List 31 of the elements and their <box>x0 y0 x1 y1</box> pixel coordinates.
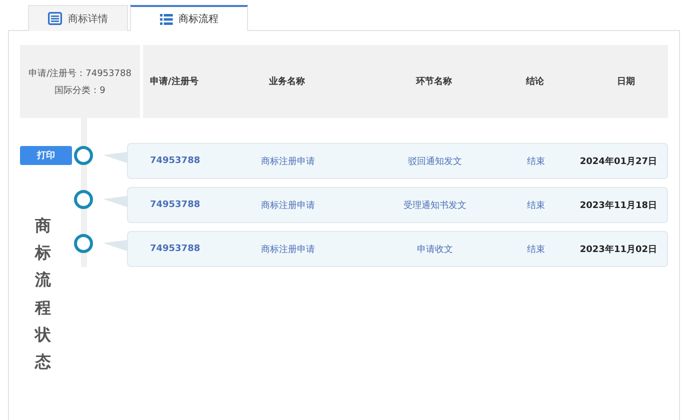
table-cell-text: 2024年01月27日 <box>578 156 658 168</box>
table-cell-text: 结束 <box>526 244 546 256</box>
timeline-node-icon <box>74 190 93 209</box>
table-cell-text: 受理通知书发文 <box>402 200 468 212</box>
column-header: 业务名称 <box>268 75 306 88</box>
registration-number: 申请/注册号：74953788 <box>28 68 132 80</box>
table-cell-text: 74953788 <box>149 156 202 166</box>
table-cell-text: 商标注册申请 <box>260 200 316 212</box>
column-header: 申请/注册号 <box>149 75 200 88</box>
table-cell-text: 74953788 <box>149 244 202 254</box>
tab[interactable]: 商标流程 <box>130 5 248 31</box>
table-cell-text: 2023年11月18日 <box>578 200 658 212</box>
list-icon <box>160 14 172 24</box>
table-cell-text: 申请收文 <box>416 244 454 256</box>
tab[interactable]: 商标详情 <box>28 5 128 31</box>
table-cell-text: 商标注册申请 <box>260 244 316 256</box>
column-header: 环节名称 <box>414 75 453 88</box>
table-cell-text: 2023年11月02日 <box>578 244 658 256</box>
column-header: 日期 <box>616 76 636 88</box>
table-cell-text: 结束 <box>526 200 546 212</box>
table-cell-text: 驳回通知发文 <box>407 156 463 168</box>
table-cell-text: 商标注册申请 <box>260 156 316 168</box>
document-icon <box>48 12 62 25</box>
international-class: 国际分类：9 <box>54 84 106 96</box>
column-header: 结论 <box>524 75 545 88</box>
timeline-node-icon <box>74 234 93 253</box>
print-button[interactable]: 打印 <box>20 146 72 165</box>
table-cell-text: 74953788 <box>149 200 202 210</box>
table-cell-text: 结束 <box>526 156 546 168</box>
side-label: 商标流程状态 <box>35 215 51 373</box>
timeline-node-icon <box>74 146 93 165</box>
